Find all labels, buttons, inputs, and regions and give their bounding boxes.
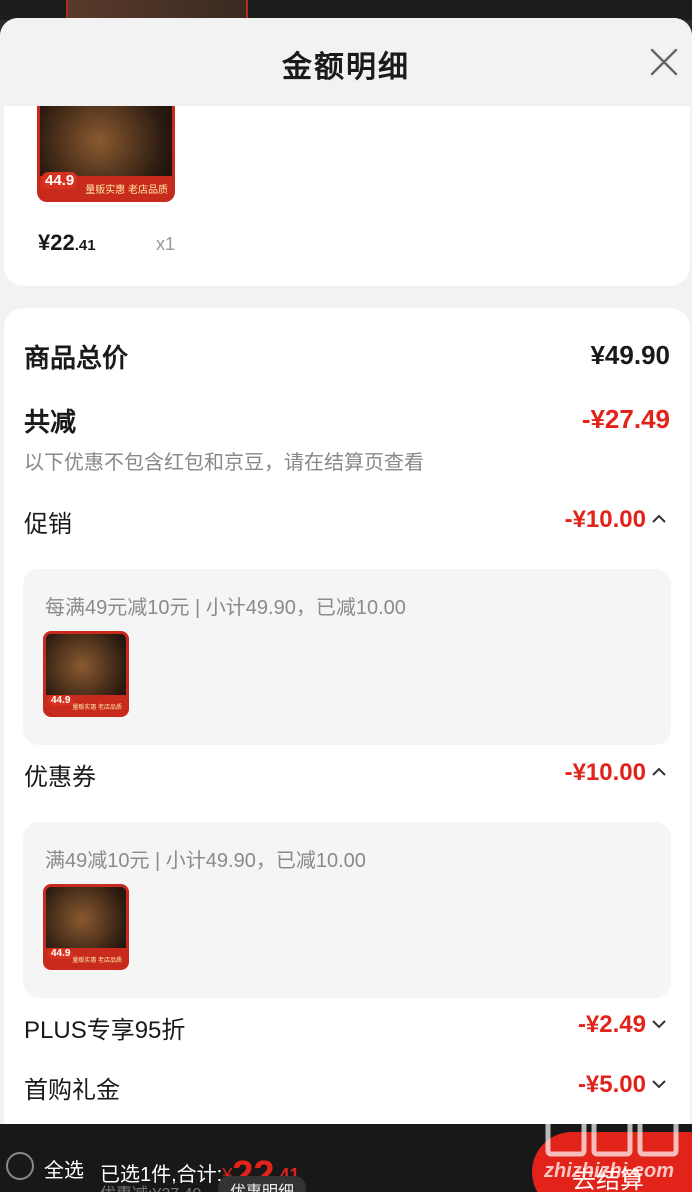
item-quantity: x1 (156, 234, 176, 254)
close-button[interactable] (648, 46, 680, 78)
discount-summary: 优惠减:¥27.49 (100, 1180, 201, 1192)
chevron-down-icon[interactable] (650, 1015, 668, 1033)
sheet-header: 金额明细 (0, 18, 692, 106)
thumbnail-banner-text: 量贩实惠 老店品质 (72, 705, 122, 711)
discount-detail-link[interactable]: 优惠明细 (218, 1176, 307, 1192)
chevron-down-icon[interactable] (650, 1075, 668, 1093)
thumbnail-price-tag: 44.9 (48, 948, 74, 959)
plus-discount-value[interactable]: -¥2.49 (578, 1011, 646, 1039)
coupon-detail-text: 满49减10元 | 小计49.90，已减10.00 (45, 850, 366, 872)
coupon-detail-box: 满49减10元 | 小计49.90，已减10.00 44.9 量贩实惠 老店品质 (23, 822, 671, 998)
total-reduce-value: -¥27.49 (581, 404, 670, 434)
plus-discount-label[interactable]: PLUS专享95折 (24, 1010, 185, 1045)
goods-total-label: 商品总价 (24, 343, 129, 373)
checkout-bar: 全选 已选1件,合计:¥22.41 优惠减:¥27.49 优惠明细 去结算 (0, 1124, 692, 1192)
checkout-button[interactable]: 去结算 (532, 1132, 692, 1192)
promotion-detail-box: 每满49元减10元 | 小计49.90，已减10.00 44.9 量贩实惠 老店… (23, 569, 671, 745)
promotion-product-thumbnail[interactable]: 44.9 量贩实惠 老店品质 (43, 631, 129, 717)
chevron-up-icon[interactable] (650, 763, 668, 781)
select-all-label[interactable]: 全选 (44, 1154, 84, 1183)
sheet-title: 金额明细 (282, 51, 410, 84)
thumbnail-price-tag: 44.9 (48, 695, 74, 706)
background-page-peek (0, 0, 692, 20)
first-purchase-gift-label[interactable]: 首购礼金 (24, 1070, 120, 1105)
amount-detail-sheet: 44.9 量贩实惠 老店品质 ¥22.41 x1 金额明细 商品总价 ¥49.9… (0, 18, 692, 1124)
first-purchase-gift-value[interactable]: -¥5.00 (578, 1071, 646, 1099)
coupon-value[interactable]: -¥10.00 (565, 759, 646, 787)
item-price-yen: ¥22 (38, 230, 75, 255)
item-price: ¥22.41 (38, 230, 96, 256)
select-all-checkbox[interactable] (6, 1152, 34, 1180)
chevron-up-icon[interactable] (650, 510, 668, 528)
thumbnail-banner-text: 量贩实惠 老店品质 (72, 958, 122, 964)
checkout-label: 去结算 (572, 1167, 644, 1192)
goods-total-value: ¥49.90 (590, 340, 670, 370)
close-icon (650, 48, 678, 76)
thumbnail-price-tag: 44.9 (42, 172, 78, 190)
thumbnail-banner-text: 量贩实惠 老店品质 (85, 185, 168, 196)
total-reduce-label: 共减 (24, 407, 77, 437)
promotion-label[interactable]: 促销 (24, 504, 72, 539)
coupon-product-thumbnail[interactable]: 44.9 量贩实惠 老店品质 (43, 884, 129, 970)
amount-summary-card: 商品总价 ¥49.90 共减 -¥27.49 以下优惠不包含红包和京豆，请在结算… (4, 308, 690, 1124)
background-product-image (66, 0, 248, 20)
item-price-cents: .41 (74, 237, 96, 254)
product-thumbnail[interactable]: 44.9 量贩实惠 老店品质 (37, 102, 175, 202)
promotion-detail-text: 每满49元减10元 | 小计49.90，已减10.00 (45, 597, 406, 619)
promotion-value[interactable]: -¥10.00 (565, 506, 646, 534)
discount-note: 以下优惠不包含红包和京豆，请在结算页查看 (24, 452, 424, 474)
coupon-label[interactable]: 优惠券 (24, 757, 96, 792)
